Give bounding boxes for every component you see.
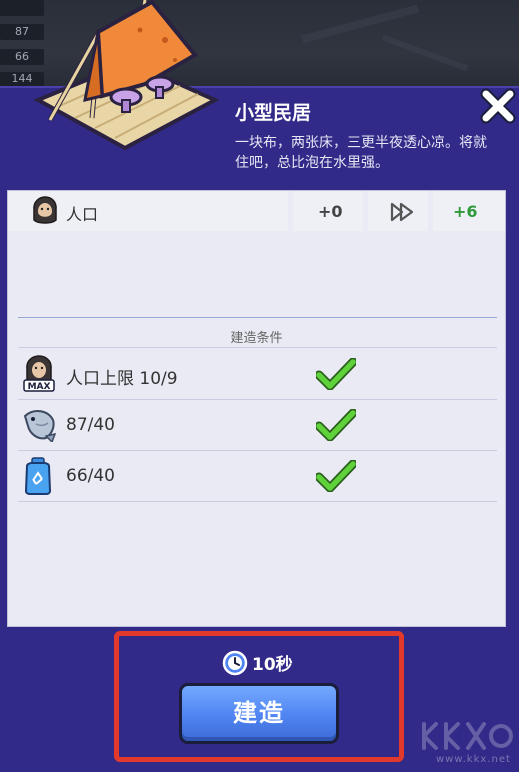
water-bottle-icon bbox=[24, 457, 52, 495]
info-panel: 人口 +0 +6 建造条件 MAX 人口上限 10/9 87/40 66/40 bbox=[7, 190, 506, 627]
requirement-text: 87/40 bbox=[66, 415, 115, 435]
caveman-max-icon: MAX bbox=[23, 355, 55, 392]
check-icon bbox=[316, 358, 356, 390]
highlight-box bbox=[114, 631, 404, 762]
svg-text:MAX: MAX bbox=[28, 382, 51, 392]
conditions-title: 建造条件 bbox=[230, 331, 283, 346]
population-row: 人口 +0 +6 bbox=[8, 191, 505, 231]
watermark-url: www.kkx.net bbox=[436, 754, 511, 765]
population-label: 人口 bbox=[66, 205, 99, 224]
divider bbox=[18, 347, 497, 348]
scene-decoration bbox=[381, 34, 469, 72]
population-next-value: +6 bbox=[453, 202, 478, 221]
requirement-text: 66/40 bbox=[66, 466, 115, 486]
building-description: 一块布，两张床，三更半夜透心凉。将就住吧，总比泡在水里强。 bbox=[235, 135, 487, 171]
divider bbox=[18, 317, 497, 318]
caveman-icon bbox=[33, 196, 57, 224]
close-icon[interactable] bbox=[478, 88, 518, 124]
fish-icon bbox=[23, 410, 57, 442]
watermark: www.kkx.net bbox=[416, 718, 516, 768]
check-icon bbox=[316, 409, 356, 441]
requirement-text: 人口上限 10/9 bbox=[66, 369, 178, 389]
arrow-right-icon bbox=[390, 202, 414, 222]
tent-icon bbox=[33, 0, 220, 151]
check-icon bbox=[316, 460, 356, 492]
requirement-row: 66/40 bbox=[18, 451, 497, 502]
watermark-logo bbox=[422, 722, 513, 750]
requirement-row: MAX 人口上限 10/9 bbox=[18, 349, 497, 400]
requirement-row: 87/40 bbox=[18, 400, 497, 451]
building-title: 小型民居 bbox=[235, 102, 312, 124]
population-current-value: +0 bbox=[318, 202, 343, 221]
scene-decoration bbox=[301, 4, 419, 44]
